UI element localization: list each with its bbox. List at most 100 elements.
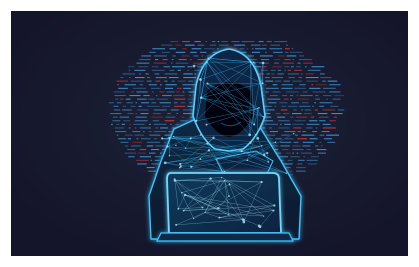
data-stream-dash — [309, 120, 318, 122]
data-stream-dash — [133, 123, 145, 125]
mesh-node — [218, 216, 221, 219]
data-stream-dash — [306, 149, 312, 151]
mesh-node — [192, 217, 195, 220]
data-stream-dash — [302, 145, 311, 147]
data-stream-dash — [315, 95, 319, 97]
data-stream-dash — [292, 80, 302, 82]
data-stream-dash — [329, 120, 336, 122]
mesh-node — [260, 180, 263, 184]
data-stream-dash — [152, 113, 161, 115]
data-stream-dash — [118, 138, 127, 140]
data-stream-dash — [296, 95, 299, 97]
mesh-node — [227, 195, 230, 198]
data-stream-dash — [155, 145, 167, 147]
data-stream-dash — [124, 84, 136, 86]
data-stream-dash — [161, 105, 170, 107]
data-stream-dash — [153, 123, 167, 125]
data-stream-dash — [217, 41, 220, 43]
data-stream-dash — [272, 91, 281, 93]
data-stream-dash — [274, 80, 282, 82]
mesh-node — [205, 123, 208, 126]
data-stream-dash — [290, 156, 300, 158]
data-stream-dash — [151, 66, 159, 68]
data-stream-dash — [136, 62, 150, 64]
data-stream-dash — [172, 66, 185, 68]
data-stream-dash — [135, 77, 145, 79]
data-stream-dash — [200, 51, 207, 53]
data-stream-dash — [281, 105, 287, 107]
data-stream-dash — [303, 156, 305, 158]
data-stream-dash — [154, 138, 158, 140]
data-stream-dash — [306, 159, 318, 161]
data-stream-dash — [317, 113, 328, 115]
mesh-node — [206, 82, 209, 85]
data-stream-dash — [287, 69, 291, 71]
data-stream-dash — [309, 87, 321, 89]
data-stream-dash — [110, 113, 122, 115]
data-stream-dash — [181, 55, 190, 57]
data-stream-dash — [265, 91, 269, 93]
mesh-node — [246, 159, 249, 161]
data-stream-dash — [128, 66, 135, 68]
data-stream-dash — [175, 44, 182, 46]
data-stream-dash — [129, 77, 131, 79]
data-stream-dash — [291, 102, 300, 104]
data-stream-dash — [291, 48, 294, 50]
hacker-illustration — [11, 11, 408, 256]
data-stream-dash — [324, 138, 332, 140]
data-stream-dash — [121, 123, 125, 125]
data-stream-dash — [145, 73, 149, 75]
data-stream-dash — [132, 131, 141, 133]
data-stream-dash — [129, 123, 132, 125]
data-stream-dash — [114, 127, 125, 129]
data-stream-dash — [322, 87, 336, 89]
data-stream-dash — [239, 48, 245, 50]
data-stream-dash — [266, 109, 275, 111]
mesh-node — [201, 206, 204, 209]
data-stream-dash — [309, 138, 318, 140]
data-stream-dash — [265, 80, 274, 82]
data-stream-dash — [296, 167, 306, 169]
mesh-node — [261, 145, 263, 147]
data-stream-dash — [125, 98, 131, 100]
data-stream-dash — [282, 95, 288, 97]
data-stream-dash — [305, 73, 314, 75]
data-stream-dash — [152, 120, 160, 122]
mesh-node — [242, 218, 245, 222]
data-stream-dash — [194, 73, 196, 75]
data-stream-dash — [182, 91, 185, 93]
data-stream-dash — [261, 59, 269, 61]
data-stream-dash — [141, 138, 151, 140]
data-stream-dash — [315, 98, 320, 100]
data-stream-dash — [182, 41, 190, 43]
data-stream-dash — [296, 152, 299, 154]
data-stream-dash — [182, 109, 195, 111]
data-stream-dash — [299, 95, 313, 97]
data-stream-dash — [319, 134, 325, 136]
data-stream-dash — [288, 77, 295, 79]
mesh-node — [161, 137, 164, 140]
data-stream-dash — [147, 141, 160, 143]
mesh-node — [183, 193, 187, 197]
data-stream-dash — [143, 131, 145, 133]
data-stream-dash — [299, 55, 304, 57]
data-stream-dash — [178, 59, 187, 61]
data-stream-dash — [265, 51, 267, 53]
data-stream-dash — [160, 127, 169, 129]
data-stream-dash — [150, 159, 153, 161]
data-stream-dash — [326, 98, 328, 100]
data-stream-dash — [151, 116, 163, 118]
data-stream-dash — [143, 95, 150, 97]
data-stream-dash — [251, 48, 254, 50]
data-stream-dash — [174, 98, 186, 100]
mesh-node — [206, 142, 209, 145]
data-stream-dash — [314, 109, 318, 111]
data-stream-dash — [126, 102, 133, 104]
data-stream-dash — [189, 95, 191, 97]
data-stream-dash — [172, 55, 176, 57]
data-stream-dash — [290, 66, 294, 68]
data-stream-dash — [116, 134, 119, 136]
data-stream-dash — [270, 69, 276, 71]
data-stream-dash — [155, 95, 158, 97]
data-stream-dash — [296, 170, 306, 172]
